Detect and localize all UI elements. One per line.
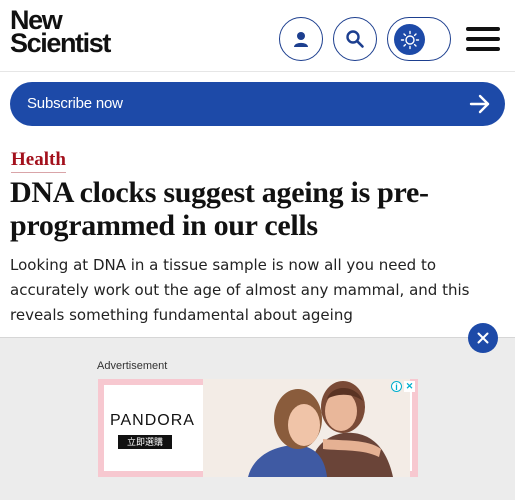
theme-toggle[interactable] <box>387 17 451 61</box>
subscribe-label: Subscribe now <box>27 95 123 112</box>
menu-line <box>466 37 500 41</box>
person-icon <box>294 32 308 47</box>
advertisement-label: Advertisement <box>97 360 168 372</box>
logo-line-2: Scientist <box>10 28 111 58</box>
sun-icon <box>400 30 419 49</box>
category-link[interactable]: Health <box>11 149 66 173</box>
site-logo[interactable]: New Scientist <box>10 7 111 58</box>
ad-close-button[interactable] <box>468 323 498 353</box>
ad-banner[interactable]: PANDORA 立即選購 i ✕ <box>98 379 418 477</box>
ad-brand-logo: PANDORA <box>110 412 195 429</box>
site-header: New Scientist <box>0 0 515 72</box>
search-icon <box>346 30 364 48</box>
theme-toggle-knob <box>394 24 425 55</box>
ad-info-icon[interactable]: i <box>391 381 402 392</box>
ad-cta-button[interactable]: 立即選購 <box>118 435 172 449</box>
ad-close-small-icon[interactable]: ✕ <box>404 381 415 392</box>
search-button[interactable] <box>333 17 377 61</box>
ad-choices[interactable]: i ✕ <box>391 381 415 392</box>
menu-line <box>466 27 500 31</box>
article-standfirst: Looking at DNA in a tissue sample is now… <box>10 256 470 324</box>
menu-line <box>466 47 500 51</box>
close-icon <box>477 332 489 344</box>
article-headline: DNA clocks suggest ageing is pre-program… <box>10 176 429 242</box>
hamburger-menu-icon[interactable] <box>466 27 500 51</box>
ad-photo <box>203 379 410 477</box>
arrow-right-icon <box>469 94 490 114</box>
subscribe-button[interactable]: Subscribe now <box>10 82 505 126</box>
account-button[interactable] <box>279 17 323 61</box>
